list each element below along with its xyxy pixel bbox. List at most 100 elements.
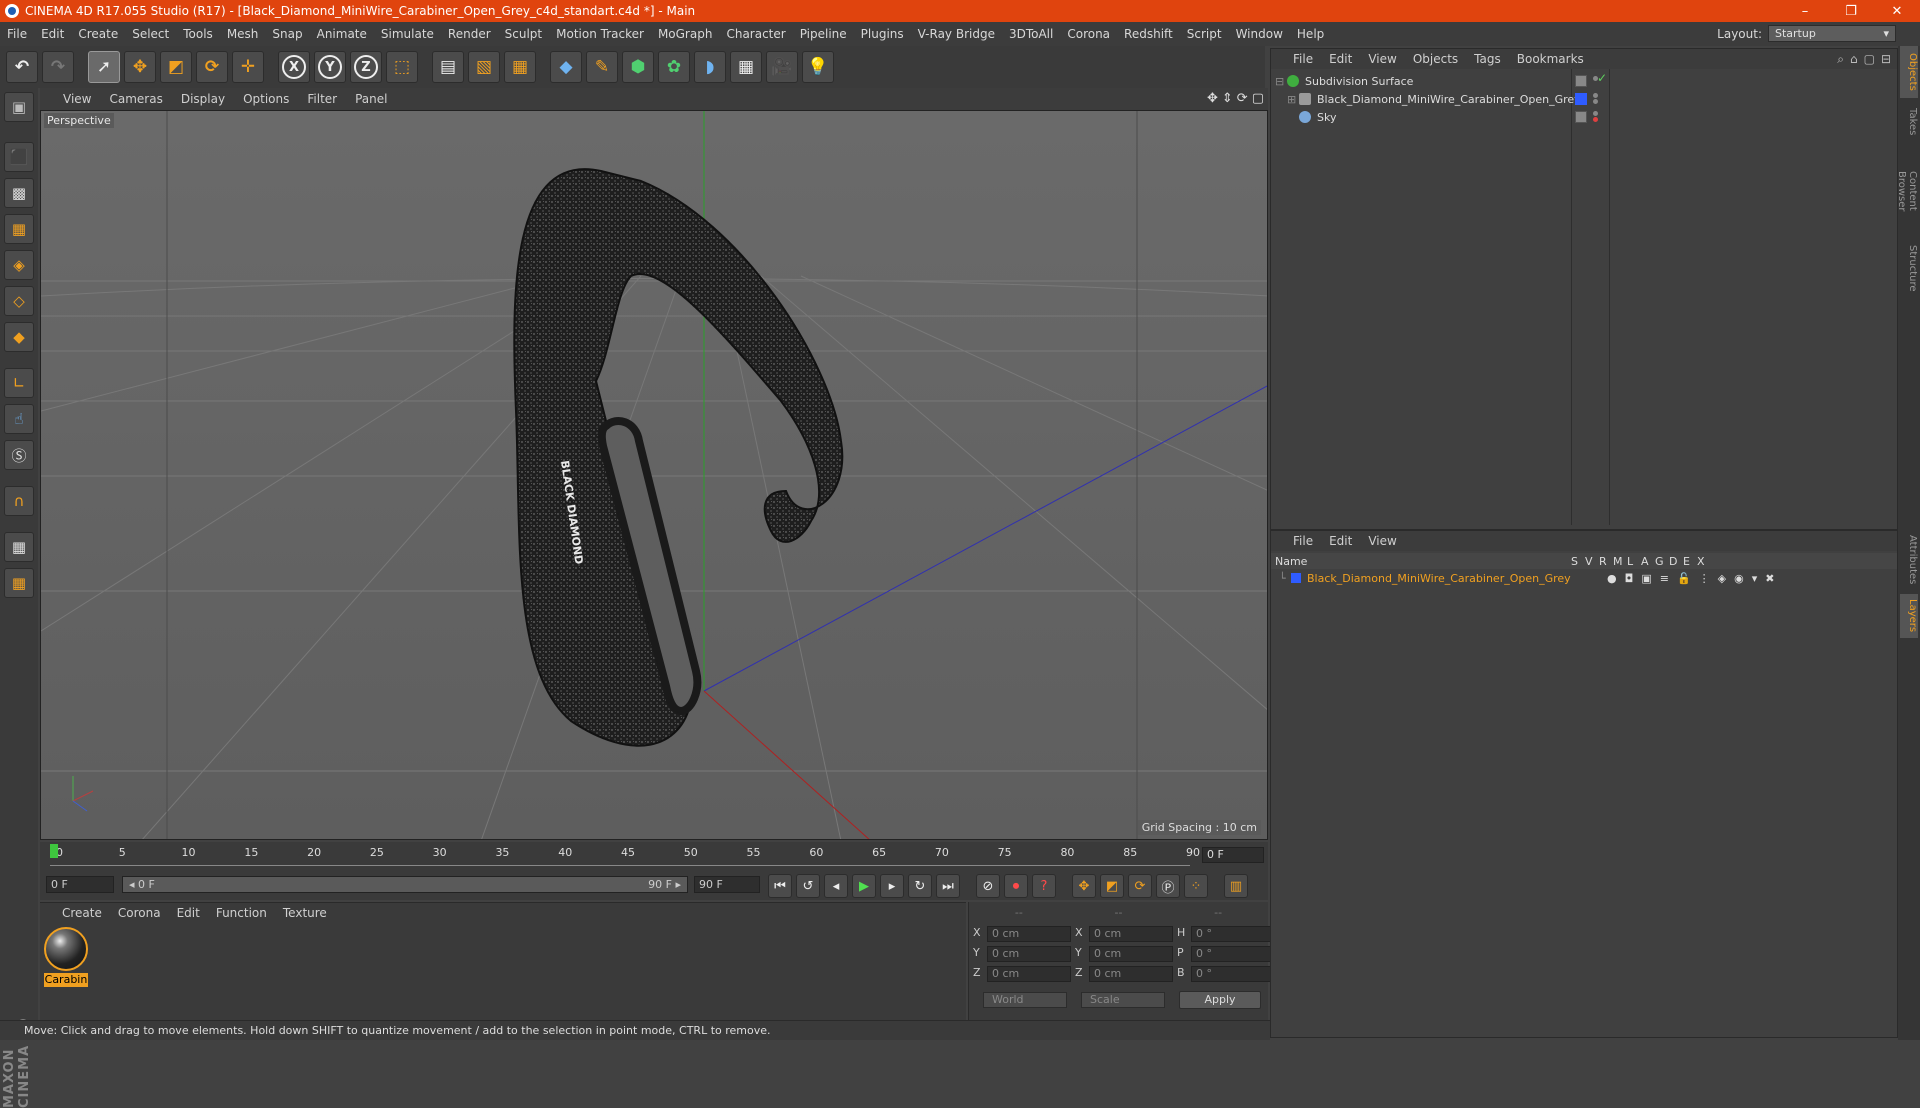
spline-pen-icon[interactable]: ✎ <box>586 51 618 83</box>
menu-script[interactable]: Script <box>1180 27 1229 41</box>
pan-icon[interactable]: ✥ <box>1207 91 1218 106</box>
move-tool-icon[interactable]: ✥ <box>124 51 156 83</box>
render-picture-viewer-icon[interactable]: ▧ <box>468 51 500 83</box>
go-to-end-icon[interactable]: ⏭ <box>936 874 960 898</box>
rotation-p-field[interactable]: 0 ° <box>1191 946 1275 962</box>
move-tool-alt-icon[interactable]: ✛ <box>232 51 264 83</box>
object-menu-tags[interactable]: Tags <box>1466 52 1509 66</box>
restore-button[interactable]: ❐ <box>1828 0 1874 22</box>
menu-simulate[interactable]: Simulate <box>374 27 441 41</box>
object-menu-file[interactable]: File <box>1285 52 1321 66</box>
edges-mode-icon[interactable]: ◇ <box>4 286 34 316</box>
viewport-menu-filter[interactable]: Filter <box>298 92 346 106</box>
magnet-icon[interactable]: ∩ <box>4 486 34 516</box>
viewport-menu-options[interactable]: Options <box>234 92 298 106</box>
previous-frame-icon[interactable]: ◂ <box>824 874 848 898</box>
tab-layers[interactable]: Layers <box>1900 594 1918 638</box>
generators-icon[interactable]: ◈ <box>1718 572 1726 585</box>
menu-sculpt[interactable]: Sculpt <box>498 27 549 41</box>
object-menu-bookmarks[interactable]: Bookmarks <box>1509 52 1592 66</box>
camera-icon[interactable]: 🎥 <box>766 51 798 83</box>
viewport-menu-cameras[interactable]: Cameras <box>100 92 171 106</box>
menu-render[interactable]: Render <box>441 27 498 41</box>
y-axis-lock-button[interactable]: Y <box>314 51 346 83</box>
size-z-field[interactable]: 0 cm <box>1089 966 1173 982</box>
key-pla-icon[interactable]: ⁘ <box>1184 874 1208 898</box>
search-icon[interactable]: ⌕ <box>1837 52 1844 67</box>
enabled-check-icon[interactable]: ✓ <box>1597 71 1607 85</box>
key-parameter-icon[interactable]: Ⓟ <box>1156 874 1180 898</box>
menu-animate[interactable]: Animate <box>310 27 374 41</box>
tab-attributes[interactable]: Attributes <box>1900 530 1918 590</box>
next-frame-icon[interactable]: ▸ <box>880 874 904 898</box>
view-icon[interactable]: ◘ <box>1625 572 1634 585</box>
menu-plugins[interactable]: Plugins <box>854 27 911 41</box>
menu-select[interactable]: Select <box>125 27 176 41</box>
menu-3dtoall[interactable]: 3DToAll <box>1002 27 1060 41</box>
locked-icon[interactable]: 🔓 <box>1677 572 1691 585</box>
deformer-icon[interactable]: ◗ <box>694 51 726 83</box>
object-menu-edit[interactable]: Edit <box>1321 52 1360 66</box>
material-menu-edit[interactable]: Edit <box>169 906 208 920</box>
tweak-mode-icon[interactable]: ☝ <box>4 404 34 434</box>
new-window-icon[interactable]: ▢ <box>1864 52 1875 67</box>
layer-menu-view[interactable]: View <box>1360 534 1404 548</box>
expressions-icon[interactable]: ▾ <box>1752 572 1758 585</box>
subdivision-surface-icon[interactable]: ⬢ <box>622 51 654 83</box>
make-editable-icon[interactable]: ▣ <box>4 92 34 122</box>
layer-color-swatch[interactable] <box>1291 573 1301 583</box>
previous-key-icon[interactable]: ↺ <box>796 874 820 898</box>
deformers-icon[interactable]: ◉ <box>1734 572 1744 585</box>
menu-pipeline[interactable]: Pipeline <box>793 27 854 41</box>
home-icon[interactable]: ⌂ <box>1850 52 1858 67</box>
visibility-toggle-icon[interactable] <box>1575 75 1587 87</box>
tab-objects[interactable]: Objects <box>1900 46 1918 98</box>
render-icon[interactable]: ▣ <box>1641 572 1651 585</box>
preview-range-slider[interactable]: ◂ 0 F 90 F ▸ <box>122 876 688 893</box>
manager-icon[interactable]: ≡ <box>1660 572 1669 585</box>
polygons-mode-icon[interactable]: ◆ <box>4 322 34 352</box>
tab-takes[interactable]: Takes <box>1900 102 1918 142</box>
texture-mode-icon[interactable]: ▩ <box>4 178 34 208</box>
z-axis-lock-button[interactable]: Z <box>350 51 382 83</box>
points-mode-icon[interactable]: ◈ <box>4 250 34 280</box>
material-name[interactable]: Carabin <box>44 973 88 987</box>
size-mode-dropdown[interactable]: Scale <box>1081 992 1165 1008</box>
snapping-icon[interactable]: Ⓢ <box>4 440 34 470</box>
apply-button[interactable]: Apply <box>1179 991 1261 1009</box>
material-menu-create[interactable]: Create <box>54 906 110 920</box>
current-frame-field[interactable]: 0 F <box>1202 847 1264 863</box>
xref-icon[interactable]: ✖ <box>1765 572 1774 585</box>
menu-window[interactable]: Window <box>1229 27 1290 41</box>
dolly-icon[interactable]: ⇕ <box>1222 91 1233 106</box>
layer-flags[interactable]: ● ◘ ▣ ≡ 🔓 ⋮ ◈ ◉ ▾ ✖ <box>1607 572 1774 585</box>
menu-v-ray-bridge[interactable]: V-Ray Bridge <box>911 27 1002 41</box>
material-preview-carabin[interactable] <box>44 927 88 971</box>
layer-menu-file[interactable]: File <box>1285 534 1321 548</box>
expand-icon[interactable]: ⊞ <box>1287 93 1299 106</box>
tab-structure[interactable]: Structure <box>1900 240 1918 296</box>
visibility-toggle-icon[interactable] <box>1575 111 1587 123</box>
menu-mograph[interactable]: MoGraph <box>651 27 720 41</box>
menu-mesh[interactable]: Mesh <box>220 27 266 41</box>
x-axis-lock-button[interactable]: X <box>278 51 310 83</box>
object-menu-view[interactable]: View <box>1360 52 1404 66</box>
planar-workplane-icon[interactable]: ▦ <box>4 568 34 598</box>
menu-create[interactable]: Create <box>71 27 125 41</box>
material-menu-corona[interactable]: Corona <box>110 906 169 920</box>
size-x-field[interactable]: 0 cm <box>1089 926 1173 942</box>
undo-icon[interactable]: ↶ <box>6 51 38 83</box>
scale-tool-icon[interactable]: ◩ <box>160 51 192 83</box>
key-rotation-icon[interactable]: ⟳ <box>1128 874 1152 898</box>
rotation-h-field[interactable]: 0 ° <box>1191 926 1275 942</box>
keyframe-selection-icon[interactable]: ⊘ <box>976 874 1000 898</box>
animation-icon[interactable]: ⋮ <box>1699 572 1710 585</box>
cube-primitive-icon[interactable]: ◆ <box>550 51 582 83</box>
layer-menu-edit[interactable]: Edit <box>1321 534 1360 548</box>
array-icon[interactable]: ✿ <box>658 51 690 83</box>
menu-file[interactable]: File <box>0 27 34 41</box>
lock-icon[interactable]: ⊟ <box>1881 52 1891 67</box>
next-key-icon[interactable]: ↻ <box>908 874 932 898</box>
position-z-field[interactable]: 0 cm <box>987 966 1071 982</box>
close-button[interactable]: ✕ <box>1874 0 1920 22</box>
